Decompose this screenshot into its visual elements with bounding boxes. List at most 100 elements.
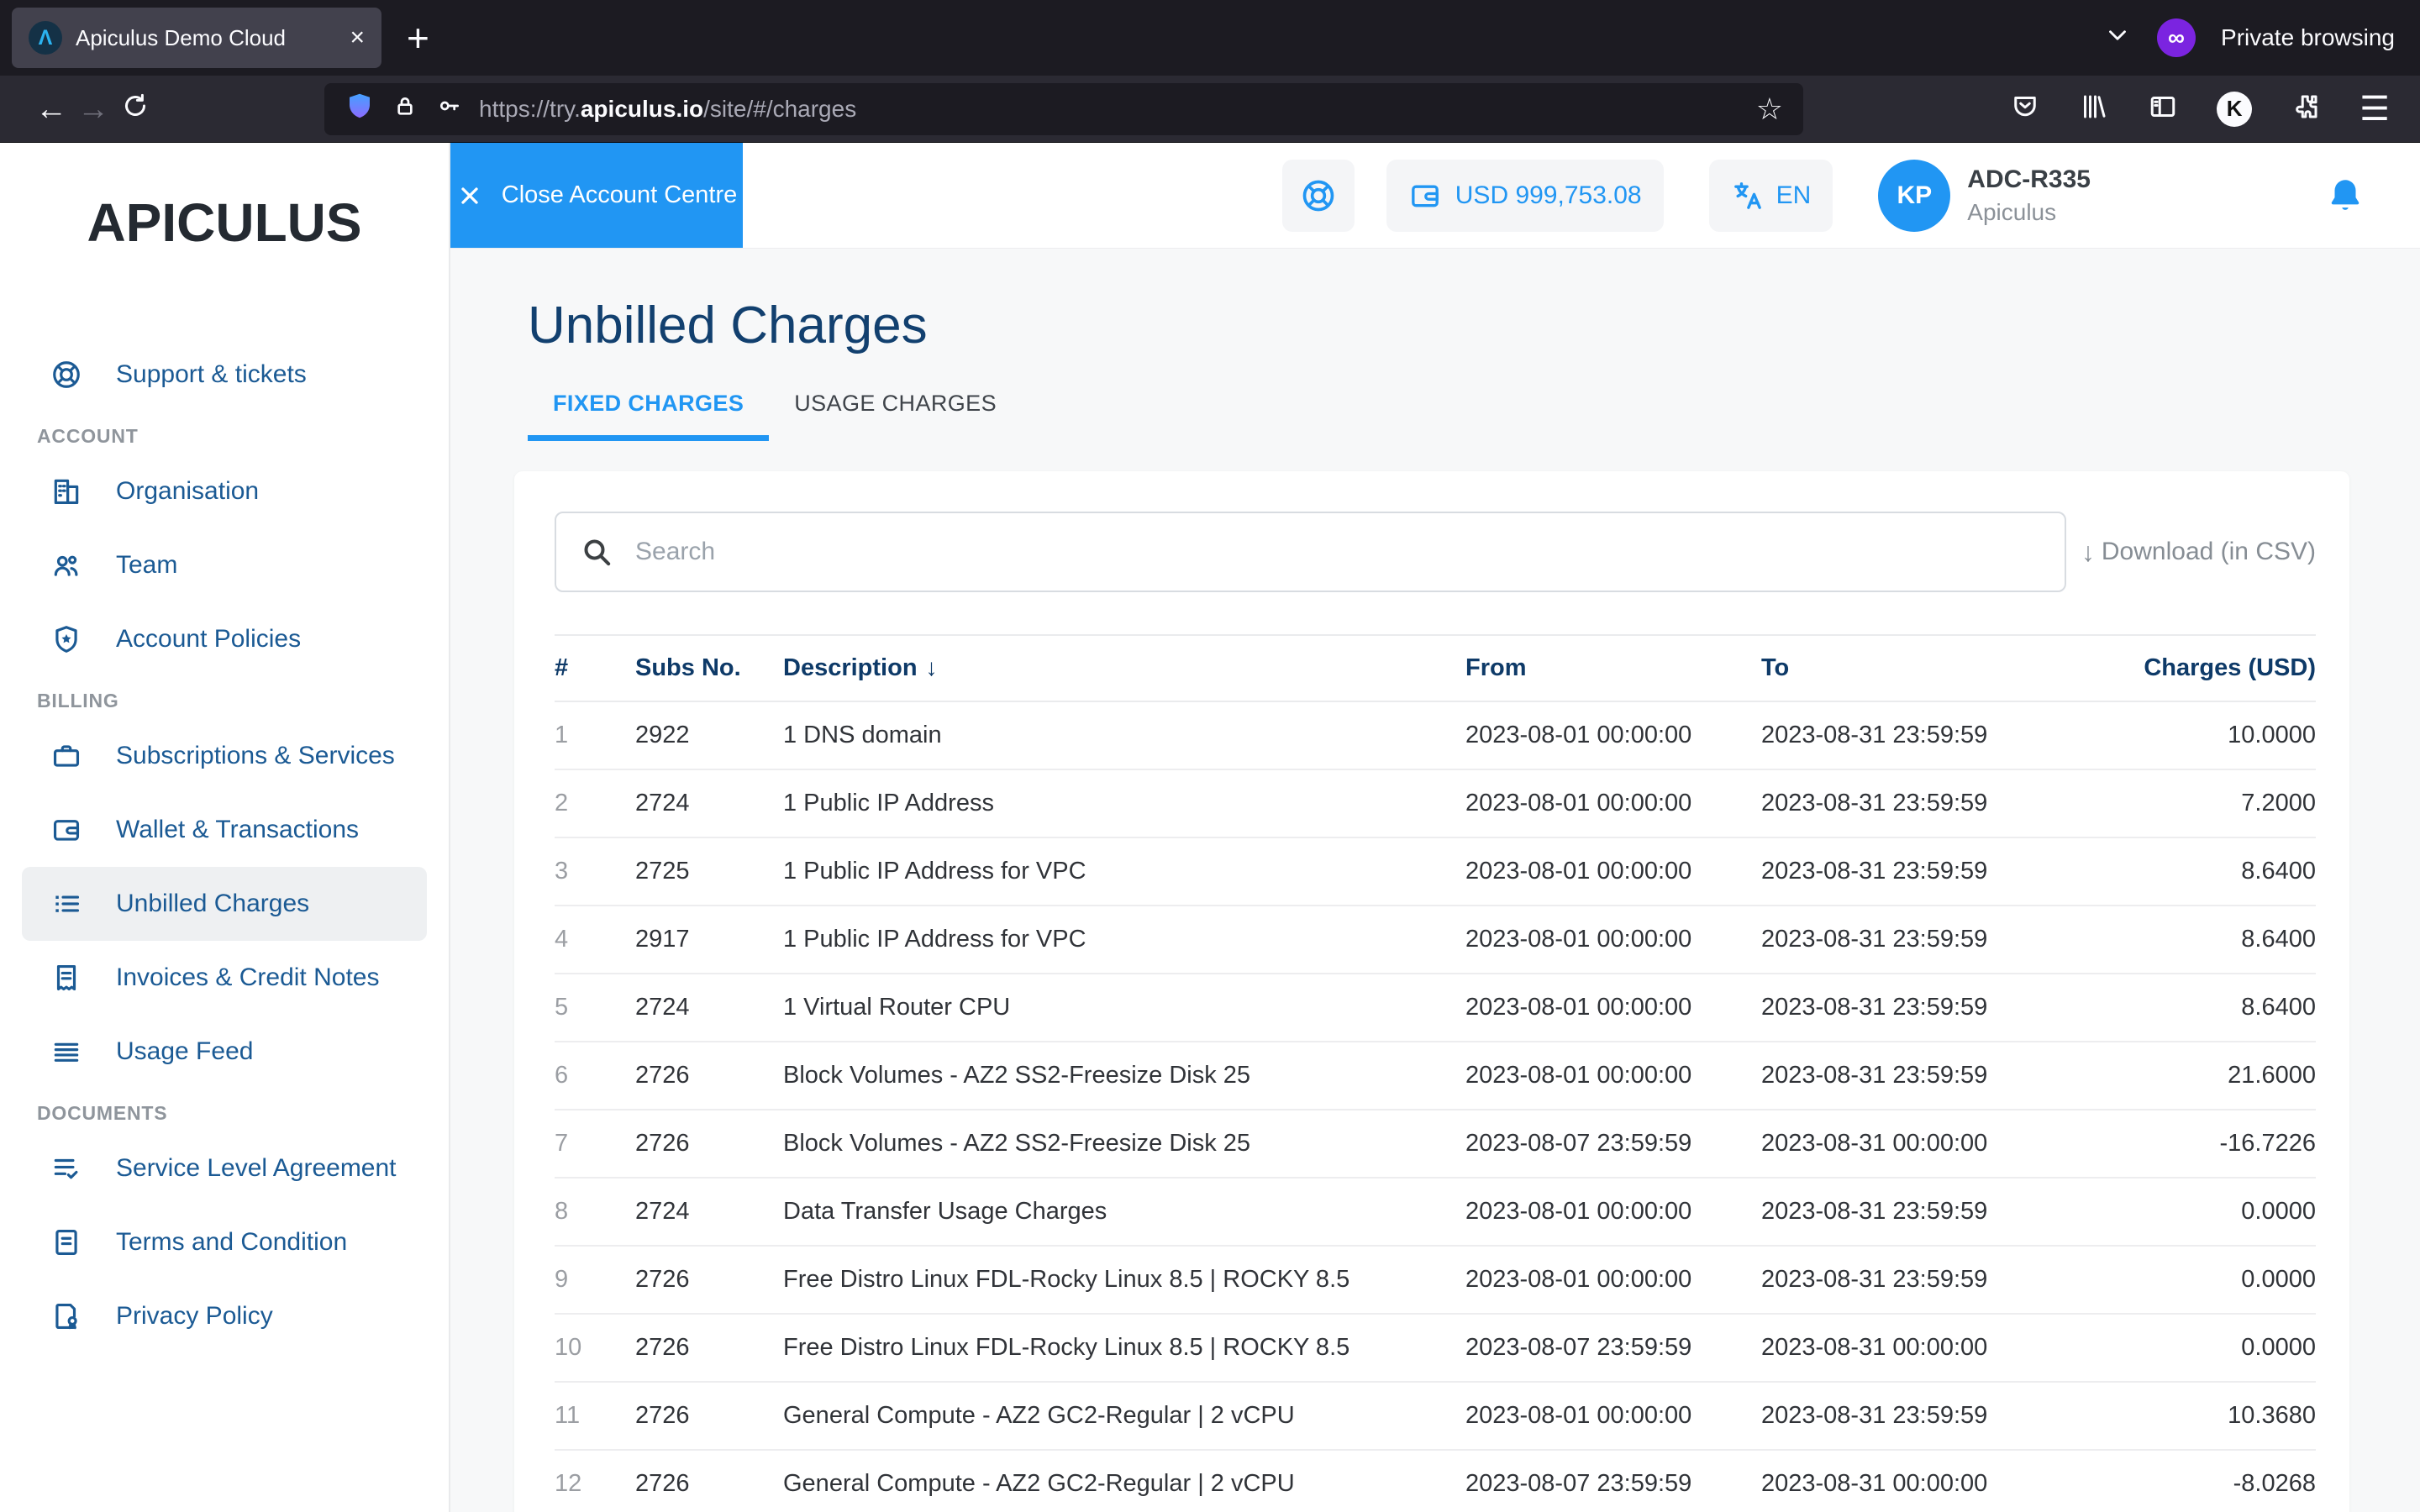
tab-usage-charges[interactable]: USAGE CHARGES [769,391,1022,441]
url-bar[interactable]: https://try.apiculus.io/site/#/charges ☆ [324,82,1803,135]
sidebar-item-label: Usage Feed [116,1037,254,1065]
column-header-to[interactable]: To [1761,634,2124,702]
charges-cell: 10.3680 [2124,1382,2316,1451]
tab-list-chevron-icon[interactable] [2103,21,2132,55]
description-cell: General Compute - AZ2 GC2-Regular | 2 vC… [783,1382,1465,1451]
table-row: 3 2725 1 Public IP Address for VPC 2023-08-… [555,837,2316,906]
to-cell: 2023-08-31 00:00:00 [1761,1110,2124,1179]
from-cell: 2023-08-01 00:00:00 [1465,769,1761,838]
sidebar-section-documents: DOCUMENTS [37,1102,168,1124]
download-icon: ↓ [2081,537,2095,567]
document-seal-icon [49,1299,84,1334]
user-avatar[interactable]: KP [1878,159,1951,232]
sidebar-item-usage-feed[interactable]: Usage Feed [22,1015,427,1089]
sidebar-item-support-tickets[interactable]: Support & tickets [22,338,427,412]
subs-no-cell: 2726 [635,1450,783,1512]
sidebar-item-label: Subscriptions & Services [116,742,395,769]
table-row: 1 2922 1 DNS domain 2023-08-01 00:00:00 2023… [555,701,2316,770]
sidebar-item-invoices-credit-notes[interactable]: Invoices & Credit Notes [22,941,427,1015]
sidebar-item-terms-condition[interactable]: Terms and Condition [22,1205,427,1279]
new-tab-button[interactable]: + [407,15,429,60]
back-button[interactable]: ← [30,93,72,125]
table-row: 12 2726 General Compute - AZ2 GC2-Regular … [555,1450,2316,1512]
sidebar-item-team[interactable]: Team [22,528,427,602]
to-cell: 2023-08-31 23:59:59 [1761,701,2124,770]
wallet-balance-button[interactable]: USD 999,753.08 [1386,159,1664,232]
column-header-from[interactable]: From [1465,634,1761,702]
from-cell: 2023-08-01 00:00:00 [1465,1042,1761,1110]
row-index-cell: 12 [555,1450,635,1512]
pocket-icon[interactable] [2010,92,2040,126]
close-account-centre-button[interactable]: Close Account Centre [450,143,743,248]
apiculus-favicon-icon: Λ [29,21,62,55]
notifications-bell-icon[interactable] [2324,175,2366,217]
charges-cell: 8.6400 [2124,837,2316,906]
subs-no-cell: 2724 [635,769,783,838]
bookmark-star-icon[interactable]: ☆ [1756,92,1783,127]
to-cell: 2023-08-31 23:59:59 [1761,837,2124,906]
sidebar-nav: Support & tickets ACCOUNT Organisation T… [0,338,449,1353]
subs-no-cell: 2726 [635,1110,783,1179]
private-browsing-mask-icon: ∞ [2157,18,2196,57]
to-cell: 2023-08-31 00:00:00 [1761,1314,2124,1383]
column-header-subs-no[interactable]: Subs No. [635,634,783,702]
translate-icon [1733,181,1761,209]
row-index-cell: 1 [555,701,635,770]
from-cell: 2023-08-07 23:59:59 [1465,1450,1761,1512]
sidebar-item-label: Account Policies [116,625,302,653]
sidebar-item-privacy-policy[interactable]: Privacy Policy [22,1279,427,1353]
sidebar-item-account-policies[interactable]: Account Policies [22,602,427,676]
from-cell: 2023-08-07 23:59:59 [1465,1314,1761,1383]
column-header-index[interactable]: # [555,634,635,702]
to-cell: 2023-08-31 23:59:59 [1761,1178,2124,1247]
lock-icon[interactable] [392,92,418,125]
reload-button[interactable] [114,91,156,127]
tracking-shield-icon[interactable] [345,91,375,127]
description-cell: 1 Virtual Router CPU [783,974,1465,1042]
key-permission-icon[interactable] [435,92,462,125]
table-row: 7 2726 Block Volumes - AZ2 SS2-Freesize Di… [555,1110,2316,1179]
forward-button[interactable]: → [72,93,114,125]
sidebar-item-label: Team [116,551,178,579]
extensions-puzzle-icon[interactable] [2291,92,2321,126]
charges-cell: 0.0000 [2124,1178,2316,1247]
subs-no-cell: 2922 [635,701,783,770]
help-button[interactable] [1281,159,1355,232]
language-selector[interactable]: EN [1708,159,1833,232]
row-index-cell: 7 [555,1110,635,1179]
row-index-cell: 11 [555,1382,635,1451]
row-index-cell: 5 [555,974,635,1042]
sidebar-toggle-icon[interactable] [2148,92,2178,126]
profile-avatar[interactable]: K [2217,91,2253,127]
sidebar-item-subscriptions-services[interactable]: Subscriptions & Services [22,719,427,793]
from-cell: 2023-08-07 23:59:59 [1465,1110,1761,1179]
library-icon[interactable] [2079,92,2109,126]
main-content: Unbilled Charges FIXED CHARGES USAGE CHA… [450,249,2420,1512]
charges-cell: -16.7226 [2124,1110,2316,1179]
sidebar-item-unbilled-charges[interactable]: Unbilled Charges [22,867,427,941]
sidebar-item-wallet-transactions[interactable]: Wallet & Transactions [22,793,427,867]
account-id: ADC-R335 [1967,165,2091,193]
wallet-icon [1411,185,1439,207]
account-info[interactable]: ADC-R335 Apiculus [1967,165,2091,226]
from-cell: 2023-08-01 00:00:00 [1465,837,1761,906]
search-input[interactable] [634,537,2041,567]
row-index-cell: 10 [555,1314,635,1383]
sidebar-item-service-level-agreement[interactable]: Service Level Agreement [22,1131,427,1205]
row-index-cell: 3 [555,837,635,906]
tab-fixed-charges[interactable]: FIXED CHARGES [528,391,770,441]
sidebar-item-organisation[interactable]: Organisation [22,454,427,528]
column-header-description[interactable]: Description ↓ [783,634,1465,702]
menu-hamburger-icon[interactable]: ☰ [2360,90,2390,129]
row-index-cell: 2 [555,769,635,838]
tab-close-icon[interactable]: × [350,25,365,50]
from-cell: 2023-08-01 00:00:00 [1465,701,1761,770]
search-box[interactable] [555,512,2066,592]
description-cell: Block Volumes - AZ2 SS2-Freesize Disk 25 [783,1110,1465,1179]
column-header-charges[interactable]: Charges (USD) [2124,634,2316,702]
row-index-cell: 9 [555,1246,635,1315]
download-csv-button[interactable]: ↓ Download (in CSV) [2081,538,2316,566]
row-index-cell: 4 [555,906,635,974]
charges-table-body: 1 2922 1 DNS domain 2023-08-01 00:00:00 2023… [555,701,2316,1512]
browser-tab[interactable]: Λ Apiculus Demo Cloud × [12,8,381,68]
